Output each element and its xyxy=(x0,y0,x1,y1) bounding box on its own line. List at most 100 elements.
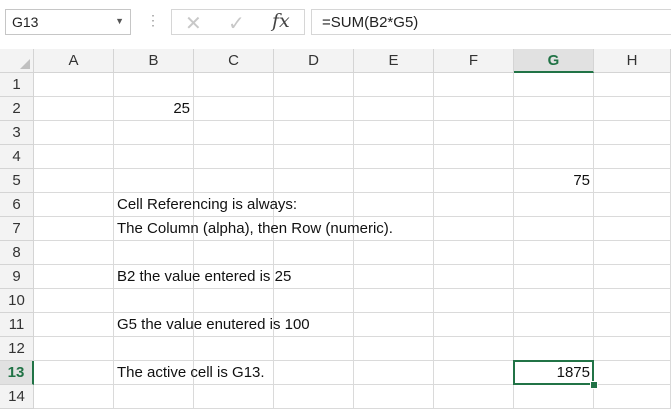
cell-d8[interactable] xyxy=(274,241,354,265)
cell-d2[interactable] xyxy=(274,97,354,121)
cell-f1[interactable] xyxy=(434,73,514,97)
cell-h5[interactable] xyxy=(594,169,671,193)
cell-a11[interactable] xyxy=(34,313,114,337)
cell-c12[interactable] xyxy=(194,337,274,361)
cell-b5[interactable] xyxy=(114,169,194,193)
cell-b10[interactable] xyxy=(114,289,194,313)
name-box[interactable]: G13 ▼ xyxy=(5,9,131,35)
cell-f13[interactable] xyxy=(434,361,514,385)
cell-a12[interactable] xyxy=(34,337,114,361)
cell-f10[interactable] xyxy=(434,289,514,313)
cell-e1[interactable] xyxy=(354,73,434,97)
cell-a9[interactable] xyxy=(34,265,114,289)
row-header-14[interactable]: 14 xyxy=(0,385,34,409)
cell-a10[interactable] xyxy=(34,289,114,313)
cell-g10[interactable] xyxy=(514,289,594,313)
row-header-2[interactable]: 2 xyxy=(0,97,34,121)
cell-a2[interactable] xyxy=(34,97,114,121)
row-header-3[interactable]: 3 xyxy=(0,121,34,145)
row-header-7[interactable]: 7 xyxy=(0,217,34,241)
cell-g1[interactable] xyxy=(514,73,594,97)
cell-f7[interactable] xyxy=(434,217,514,241)
column-header-c[interactable]: C xyxy=(194,49,274,73)
row-header-6[interactable]: 6 xyxy=(0,193,34,217)
cell-d1[interactable] xyxy=(274,73,354,97)
cell-g8[interactable] xyxy=(514,241,594,265)
cell-g11[interactable] xyxy=(514,313,594,337)
cell-g4[interactable] xyxy=(514,145,594,169)
cell-e6[interactable] xyxy=(354,193,434,217)
cell-b8[interactable] xyxy=(114,241,194,265)
cell-h6[interactable] xyxy=(594,193,671,217)
cell-f3[interactable] xyxy=(434,121,514,145)
cell-h9[interactable] xyxy=(594,265,671,289)
cell-d13[interactable] xyxy=(274,361,354,385)
cell-c8[interactable] xyxy=(194,241,274,265)
insert-function-icon[interactable]: fx xyxy=(272,10,290,32)
more-options-icon[interactable]: ⋮ xyxy=(146,12,160,29)
cell-a1[interactable] xyxy=(34,73,114,97)
cell-f8[interactable] xyxy=(434,241,514,265)
cell-e13[interactable] xyxy=(354,361,434,385)
cell-a6[interactable] xyxy=(34,193,114,217)
row-header-9[interactable]: 9 xyxy=(0,265,34,289)
cell-g7[interactable] xyxy=(514,217,594,241)
row-header-8[interactable]: 8 xyxy=(0,241,34,265)
cell-d10[interactable] xyxy=(274,289,354,313)
cell-d12[interactable] xyxy=(274,337,354,361)
cell-h4[interactable] xyxy=(594,145,671,169)
cell-h2[interactable] xyxy=(594,97,671,121)
cell-e4[interactable] xyxy=(354,145,434,169)
cell-e9[interactable] xyxy=(354,265,434,289)
cell-g2[interactable] xyxy=(514,97,594,121)
cell-d5[interactable] xyxy=(274,169,354,193)
cell-h12[interactable] xyxy=(594,337,671,361)
cell-e3[interactable] xyxy=(354,121,434,145)
cell-d3[interactable] xyxy=(274,121,354,145)
cell-h7[interactable] xyxy=(594,217,671,241)
row-header-11[interactable]: 11 xyxy=(0,313,34,337)
cell-d14[interactable] xyxy=(274,385,354,409)
row-header-13[interactable]: 13 xyxy=(0,361,34,385)
fill-handle[interactable] xyxy=(590,381,598,389)
check-icon[interactable]: ✓ xyxy=(228,11,245,36)
cell-h14[interactable] xyxy=(594,385,671,409)
cell-e8[interactable] xyxy=(354,241,434,265)
row-header-5[interactable]: 5 xyxy=(0,169,34,193)
cell-f9[interactable] xyxy=(434,265,514,289)
cell-g9[interactable] xyxy=(514,265,594,289)
cell-d4[interactable] xyxy=(274,145,354,169)
cell-a8[interactable] xyxy=(34,241,114,265)
column-header-g[interactable]: G xyxy=(514,49,594,73)
cell-h10[interactable] xyxy=(594,289,671,313)
cell-a5[interactable] xyxy=(34,169,114,193)
column-header-d[interactable]: D xyxy=(274,49,354,73)
row-header-10[interactable]: 10 xyxy=(0,289,34,313)
cell-c3[interactable] xyxy=(194,121,274,145)
row-header-1[interactable]: 1 xyxy=(0,73,34,97)
cell-e2[interactable] xyxy=(354,97,434,121)
column-header-e[interactable]: E xyxy=(354,49,434,73)
cell-e14[interactable] xyxy=(354,385,434,409)
chevron-down-icon[interactable]: ▼ xyxy=(115,16,124,26)
cell-h3[interactable] xyxy=(594,121,671,145)
cell-f2[interactable] xyxy=(434,97,514,121)
cell-c2[interactable] xyxy=(194,97,274,121)
column-header-b[interactable]: B xyxy=(114,49,194,73)
cell-a3[interactable] xyxy=(34,121,114,145)
cell-f6[interactable] xyxy=(434,193,514,217)
cell-h8[interactable] xyxy=(594,241,671,265)
cell-b12[interactable] xyxy=(114,337,194,361)
cell-e5[interactable] xyxy=(354,169,434,193)
cell-b3[interactable] xyxy=(114,121,194,145)
cell-b1[interactable] xyxy=(114,73,194,97)
row-header-12[interactable]: 12 xyxy=(0,337,34,361)
select-all-button[interactable] xyxy=(0,49,34,73)
cell-a14[interactable] xyxy=(34,385,114,409)
cell-f4[interactable] xyxy=(434,145,514,169)
cell-a4[interactable] xyxy=(34,145,114,169)
cell-h1[interactable] xyxy=(594,73,671,97)
cancel-icon[interactable]: ✕ xyxy=(185,11,202,36)
cell-a13[interactable] xyxy=(34,361,114,385)
cell-b14[interactable] xyxy=(114,385,194,409)
